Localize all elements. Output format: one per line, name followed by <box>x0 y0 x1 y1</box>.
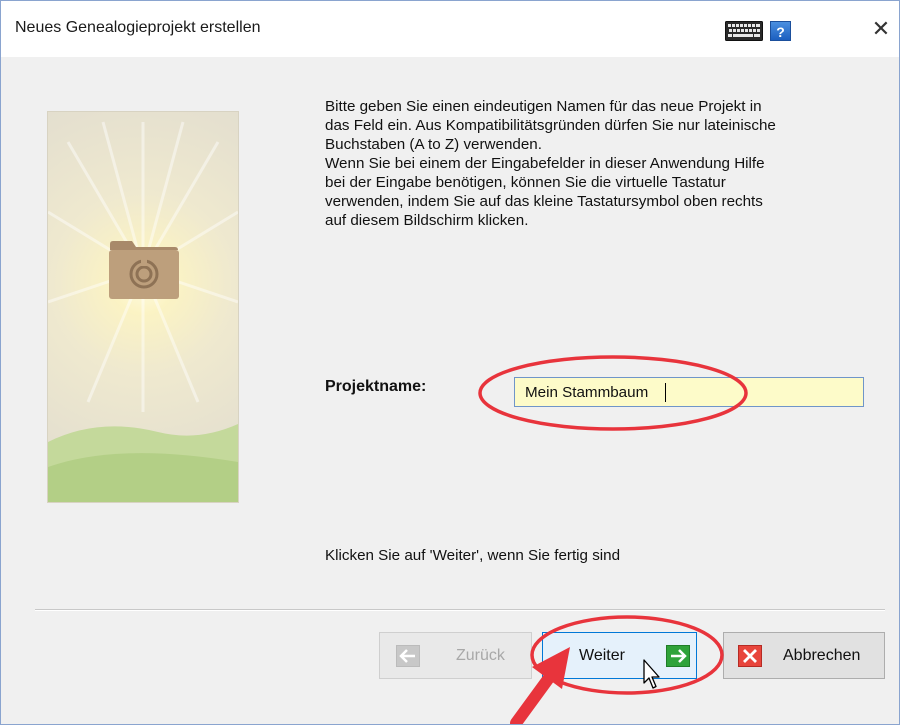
help-icon[interactable]: ? <box>770 21 791 41</box>
project-name-label: Projektname: <box>325 378 427 395</box>
side-illustration <box>47 111 239 503</box>
next-button-label: Weiter <box>579 647 625 664</box>
back-button[interactable]: Zurück <box>379 632 532 679</box>
folder-icon <box>109 241 179 299</box>
hint-text: Klicken Sie auf 'Weiter', wenn Sie ferti… <box>325 547 621 564</box>
cancel-button[interactable]: Abbrechen <box>723 632 885 679</box>
close-icon[interactable]: ✕ <box>867 15 895 43</box>
project-name-input[interactable] <box>514 377 864 407</box>
dialog-window: Neues Genealogieprojekt erstellen ? ✕ Bi… <box>0 0 900 725</box>
next-button[interactable]: Weiter <box>542 632 697 679</box>
arrow-right-icon <box>666 645 690 667</box>
back-button-label: Zurück <box>456 647 505 664</box>
window-title: Neues Genealogieprojekt erstellen <box>15 19 261 36</box>
cancel-button-label: Abbrechen <box>783 647 861 664</box>
divider <box>35 609 885 611</box>
keyboard-icon[interactable] <box>725 21 763 41</box>
x-icon <box>738 645 762 667</box>
arrow-left-icon <box>396 645 420 667</box>
text-caret <box>665 383 666 402</box>
instruction-text: Bitte geben Sie einen eindeutigen Namen … <box>325 98 776 229</box>
green-hills <box>48 424 238 502</box>
mouse-cursor-icon <box>643 659 660 689</box>
title-bar: Neues Genealogieprojekt erstellen ? ✕ <box>1 1 899 57</box>
